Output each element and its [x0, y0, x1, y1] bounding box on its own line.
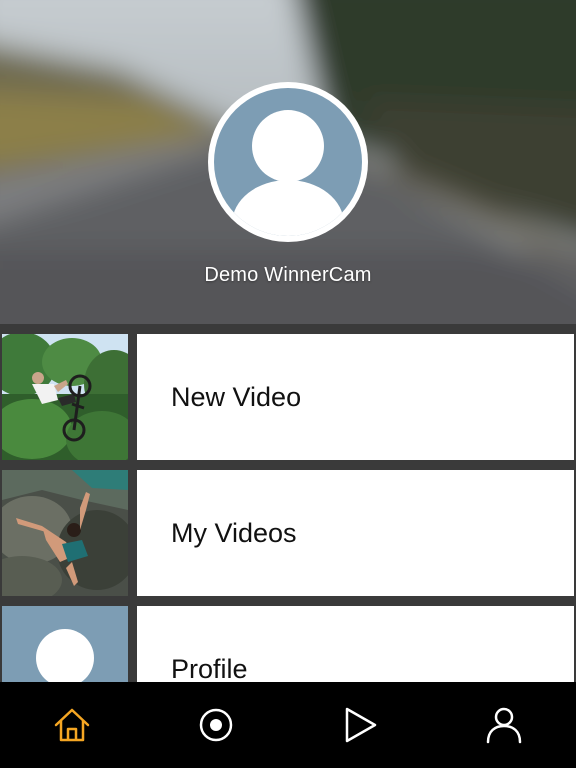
home-icon — [54, 708, 90, 742]
avatar-placeholder — [214, 88, 362, 236]
climber-thumbnail — [2, 470, 128, 596]
tab-record[interactable] — [144, 682, 288, 768]
bottom-tab-bar — [0, 682, 576, 768]
menu-card: My Videos — [137, 470, 574, 596]
menu-item-new-video[interactable]: New Video — [0, 324, 576, 460]
record-icon — [199, 708, 233, 742]
person-silhouette-icon — [232, 110, 344, 236]
profile-name: Demo WinnerCam — [204, 264, 372, 286]
menu-item-label: My Videos — [171, 518, 297, 548]
tab-play[interactable] — [288, 682, 432, 768]
profile-header: Demo WinnerCam — [0, 0, 576, 324]
user-icon — [486, 707, 522, 744]
menu-card: New Video — [137, 334, 574, 460]
profile-avatar[interactable] — [208, 82, 368, 242]
tab-home[interactable] — [0, 682, 144, 768]
bmx-rider-thumbnail — [2, 334, 128, 460]
menu-item-my-videos[interactable]: My Videos — [0, 460, 576, 596]
menu-item-label: New Video — [171, 382, 302, 412]
tab-user[interactable] — [432, 682, 576, 768]
play-icon — [345, 707, 377, 743]
